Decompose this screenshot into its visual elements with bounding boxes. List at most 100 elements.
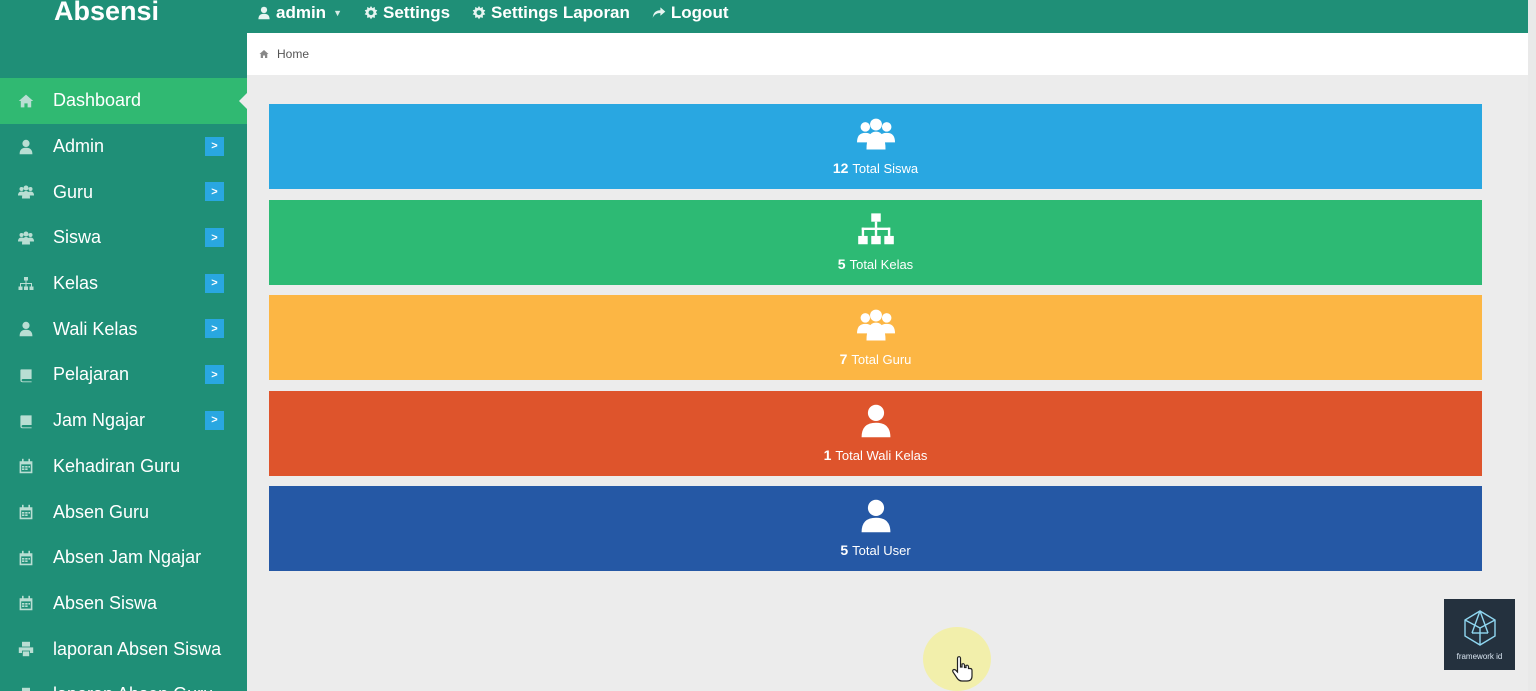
sidebar-item-label: Kelas: [53, 273, 99, 294]
stat-count: 12: [832, 160, 849, 176]
stat-text: 5 Total User: [269, 542, 1482, 558]
sidebar-item-wali-kelas[interactable]: Wali Kelas >: [0, 306, 247, 352]
home-icon: [18, 93, 34, 109]
sidebar-item-label: Absen Jam Ngajar: [53, 547, 202, 568]
sidebar-item-label: Kehadiran Guru: [53, 455, 181, 476]
stat-label: Total Kelas: [849, 256, 914, 272]
calendar-icon-wrap: [17, 594, 35, 612]
logout-label: Logout: [670, 3, 729, 22]
sidebar-item-label: Absen Guru: [53, 501, 150, 522]
stat-text: 7 Total Guru: [269, 351, 1482, 367]
sidebar-menu: Dashboard Admin > Guru > Siswa > Kelas > Wali Kel…: [0, 78, 247, 691]
calendar-icon: [18, 504, 34, 520]
user-icon: [18, 139, 34, 155]
user-icon: [857, 498, 895, 534]
gear-icon: [364, 6, 378, 20]
calendar-icon: [18, 595, 34, 611]
breadcrumb-home-link[interactable]: Home: [277, 47, 309, 61]
sidebar-item-guru[interactable]: Guru >: [0, 169, 247, 215]
user-menu-label: admin: [276, 3, 327, 22]
breadcrumb: Home: [247, 33, 1528, 75]
expand-button[interactable]: >: [205, 273, 224, 293]
sidebar-item-label: Admin: [53, 136, 105, 157]
sidebar-item-jam-ngajar[interactable]: Jam Ngajar >: [0, 398, 247, 444]
sidebar: Dashboard Admin > Guru > Siswa > Kelas > Wali Kel…: [0, 33, 247, 691]
user-icon: [857, 403, 895, 439]
sidebar-item-label: Siswa: [53, 227, 102, 248]
user-icon-wrap: [17, 320, 35, 338]
sidebar-item-siswa[interactable]: Siswa >: [0, 215, 247, 261]
user-menu-dropdown[interactable]: admin ▼: [257, 3, 342, 23]
expand-button[interactable]: >: [205, 319, 224, 339]
stat-box-total-siswa[interactable]: 12 Total Siswa: [269, 104, 1482, 189]
book-icon-wrap: [17, 412, 35, 430]
sidebar-item-label: laporan Absen Guru: [53, 684, 213, 691]
app-brand[interactable]: Absensi: [54, 0, 159, 27]
users-icon-wrap: [17, 229, 35, 247]
user-icon-wrap: [17, 138, 35, 156]
print-icon: [18, 687, 34, 691]
expand-button[interactable]: >: [205, 228, 224, 248]
users-icon: [857, 307, 895, 343]
stat-label: Total Wali Kelas: [835, 447, 928, 463]
sidebar-item-label: Jam Ngajar: [53, 410, 146, 431]
sidebar-item-laporan-absen-guru[interactable]: laporan Absen Guru: [0, 672, 247, 691]
sidebar-item-absen-jam-ngajar[interactable]: Absen Jam Ngajar: [0, 535, 247, 581]
sitemap-icon: [18, 276, 34, 292]
print-icon: [18, 641, 34, 657]
users-icon-wrap: [857, 307, 895, 343]
print-icon-wrap: [17, 686, 35, 691]
expand-button[interactable]: >: [205, 136, 224, 156]
gear-icon: [472, 6, 486, 20]
sidebar-item-label: Absen Siswa: [53, 592, 158, 613]
stat-text: 12 Total Siswa: [269, 160, 1482, 176]
home-icon: [259, 49, 269, 59]
stat-box-total-user[interactable]: 5 Total User: [269, 486, 1482, 572]
users-icon: [857, 116, 895, 152]
sidebar-item-label: Guru: [53, 181, 94, 202]
stat-box-total-guru[interactable]: 7 Total Guru: [269, 295, 1482, 381]
users-icon-wrap: [857, 116, 895, 152]
calendar-icon-wrap: [17, 503, 35, 521]
sidebar-item-label: laporan Absen Siswa: [53, 638, 222, 659]
book-icon-wrap: [17, 366, 35, 384]
expand-button[interactable]: >: [205, 365, 224, 385]
user-icon: [257, 6, 271, 20]
sidebar-item-dashboard[interactable]: Dashboard: [0, 78, 247, 124]
sidebar-item-kelas[interactable]: Kelas >: [0, 261, 247, 307]
framework-id-watermark: framework id: [1444, 599, 1515, 670]
calendar-icon-wrap: [17, 549, 35, 567]
print-icon-wrap: [17, 640, 35, 658]
calendar-icon: [18, 550, 34, 566]
expand-button[interactable]: >: [205, 182, 224, 202]
calendar-icon-wrap: [17, 457, 35, 475]
sidebar-item-label: Wali Kelas: [53, 318, 138, 339]
expand-button[interactable]: >: [205, 410, 224, 430]
stat-text: 1 Total Wali Kelas: [269, 447, 1482, 463]
logout-link[interactable]: Logout: [652, 3, 729, 23]
sidebar-item-absen-siswa[interactable]: Absen Siswa: [0, 581, 247, 627]
watermark-label: framework id: [1456, 652, 1503, 661]
sidebar-item-pelajaran[interactable]: Pelajaran >: [0, 352, 247, 398]
sitemap-icon-wrap: [17, 275, 35, 293]
settings-label: Settings: [382, 3, 451, 22]
framework-logo-icon: [1463, 610, 1496, 646]
sidebar-item-label: Pelajaran: [53, 364, 130, 385]
share-icon: [652, 6, 666, 20]
stat-label: Total User: [852, 543, 911, 559]
sidebar-item-laporan-absen-siswa[interactable]: laporan Absen Siswa: [0, 626, 247, 672]
stat-box-total-kelas[interactable]: 5 Total Kelas: [269, 199, 1482, 285]
user-icon: [18, 321, 34, 337]
settings-laporan-link[interactable]: Settings Laporan: [472, 3, 630, 23]
sitemap-icon-wrap: [857, 212, 895, 248]
sidebar-item-admin[interactable]: Admin >: [0, 124, 247, 170]
stat-count: 5: [840, 542, 849, 559]
stat-text: 5 Total Kelas: [269, 256, 1482, 272]
stat-box-total-wali-kelas[interactable]: 1 Total Wali Kelas: [269, 390, 1482, 476]
sidebar-item-absen-guru[interactable]: Absen Guru: [0, 489, 247, 535]
users-icon: [18, 184, 34, 200]
settings-link[interactable]: Settings: [364, 3, 450, 23]
dashboard-stats: 12 Total Siswa 5 Total Kelas 7 Total Guru 1 Tot…: [269, 104, 1482, 582]
stat-label: Total Siswa: [852, 161, 919, 176]
sidebar-item-kehadiran-guru[interactable]: Kehadiran Guru: [0, 444, 247, 490]
